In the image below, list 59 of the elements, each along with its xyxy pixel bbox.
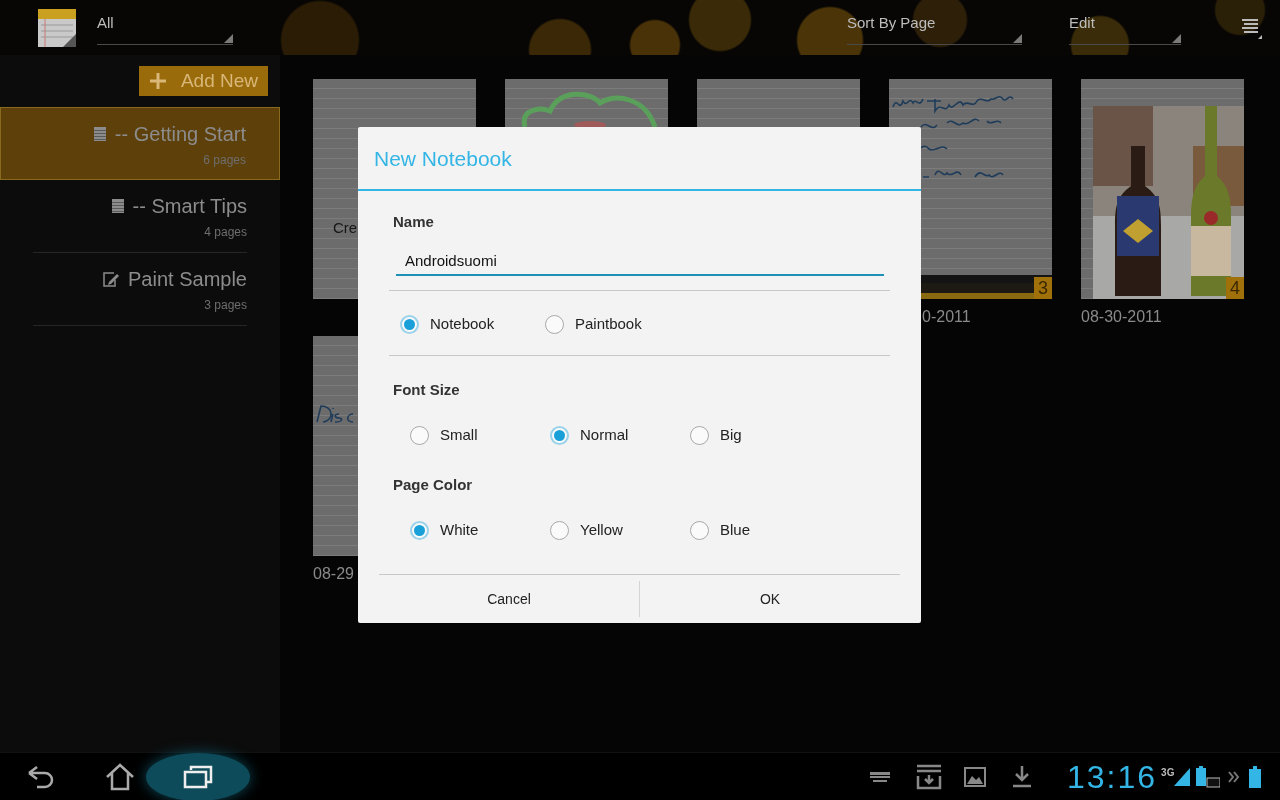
- page-date: 08-29: [313, 565, 354, 582]
- cancel-button[interactable]: Cancel: [379, 575, 639, 623]
- notebook-icon: [93, 126, 106, 141]
- network-type: 3G: [1161, 766, 1175, 780]
- recent-apps-button[interactable]: [146, 752, 250, 800]
- page-date: 08-30-2011: [1081, 308, 1162, 325]
- radio-button[interactable]: [550, 520, 569, 540]
- radio-label[interactable]: Normal: [580, 423, 629, 447]
- paint-icon: [103, 271, 120, 287]
- page-date: 0-2011: [922, 308, 971, 325]
- keyboard-icon[interactable]: [870, 771, 890, 782]
- page-count: 6 pages: [203, 151, 246, 169]
- radio-button[interactable]: [690, 520, 709, 540]
- field-label: Name: [392, 212, 435, 232]
- edit-dropdown[interactable]: Edit: [1069, 10, 1181, 45]
- name-field[interactable]: Androidsuomi: [396, 246, 884, 276]
- clock-time: 13:16: [1067, 757, 1158, 797]
- section-label: Font Size: [392, 380, 461, 400]
- battery-keyboard-icon: [1196, 765, 1221, 788]
- sort-dropdown[interactable]: Sort By Page: [847, 10, 1022, 45]
- notebook-icon: [111, 199, 124, 213]
- radio-label[interactable]: Notebook: [430, 312, 495, 336]
- ok-button[interactable]: OK: [639, 581, 900, 617]
- radio-button[interactable]: [410, 520, 429, 540]
- section-label: Page Color: [392, 475, 474, 495]
- plus-icon: [148, 72, 167, 90]
- radio-label[interactable]: White: [440, 518, 479, 542]
- battery-icon: [1249, 765, 1262, 788]
- radio-button[interactable]: [400, 314, 419, 334]
- notebook-app-icon[interactable]: [37, 7, 77, 48]
- notebook-title: -- Getting Start: [114, 121, 246, 147]
- radio-button[interactable]: [545, 314, 564, 334]
- page-count-badge: 3: [1034, 277, 1052, 299]
- notebook-title: -- Smart Tips: [132, 194, 247, 219]
- menu-icon[interactable]: [1240, 16, 1262, 39]
- notebook-item[interactable]: -- Smart Tips 4 pages: [33, 180, 247, 253]
- radio-label[interactable]: Blue: [720, 518, 751, 542]
- inbox-download-icon[interactable]: [916, 763, 942, 790]
- page-count: 4 pages: [204, 224, 247, 241]
- radio-label[interactable]: Small: [440, 423, 478, 447]
- double-chevron-icon: [1228, 770, 1241, 783]
- signal-icon: [1174, 767, 1191, 786]
- page-count: 3 pages: [204, 297, 247, 314]
- handwriting-drawing: [315, 402, 355, 426]
- radio-button[interactable]: [550, 425, 569, 445]
- filter-dropdown[interactable]: All: [97, 10, 233, 45]
- page-count-badge: 4: [1226, 277, 1244, 299]
- dialog-title: New Notebook: [358, 127, 921, 191]
- notebook-item[interactable]: Paint Sample 3 pages: [33, 253, 247, 326]
- page-text: Cre: [333, 218, 358, 238]
- download-icon[interactable]: [1013, 765, 1031, 788]
- radio-label[interactable]: Paintbook: [575, 312, 642, 336]
- windows-icon: [183, 764, 213, 789]
- notebook-title: Paint Sample: [128, 267, 247, 292]
- image-icon[interactable]: [964, 766, 986, 787]
- radio-label[interactable]: Yellow: [580, 518, 623, 542]
- radio-button[interactable]: [690, 425, 709, 445]
- radio-button[interactable]: [410, 425, 429, 445]
- radio-label[interactable]: Big: [720, 423, 742, 447]
